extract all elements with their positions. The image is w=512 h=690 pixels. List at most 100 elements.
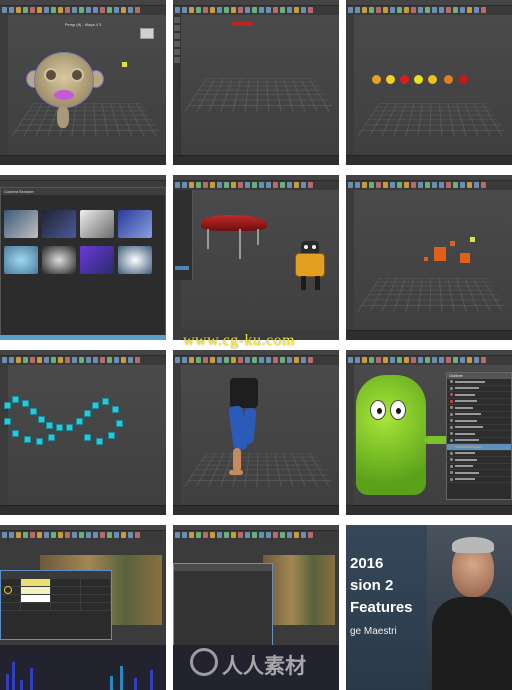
tile-attribute-sheet[interactable] xyxy=(0,525,166,690)
robot-eye xyxy=(312,245,316,249)
viewport[interactable] xyxy=(181,365,339,505)
cube[interactable] xyxy=(4,402,11,409)
green-monster-model[interactable] xyxy=(356,375,426,495)
cube[interactable] xyxy=(56,424,63,431)
shelf-toolbar[interactable] xyxy=(173,6,339,15)
character-torso[interactable] xyxy=(230,378,258,408)
robot-eye xyxy=(304,245,308,249)
tile-car-robot[interactable] xyxy=(173,175,339,340)
calf xyxy=(233,448,241,472)
menu-bar[interactable] xyxy=(0,175,166,181)
tile-content-browser[interactable]: Content Browser xyxy=(0,175,166,340)
viewport[interactable] xyxy=(354,190,512,330)
cube[interactable] xyxy=(84,410,91,417)
cube[interactable] xyxy=(30,408,37,415)
cube[interactable] xyxy=(96,438,103,445)
cube[interactable] xyxy=(22,400,29,407)
orange-block[interactable] xyxy=(460,253,470,263)
thumbnail[interactable] xyxy=(4,246,38,274)
thumbnail[interactable] xyxy=(118,210,152,238)
cube[interactable] xyxy=(76,418,83,425)
thumbnail[interactable] xyxy=(118,246,152,274)
sphere[interactable] xyxy=(459,75,468,84)
cube[interactable] xyxy=(116,420,123,427)
outliner-panel[interactable]: Outliner xyxy=(446,372,512,500)
shelf-toolbar[interactable] xyxy=(173,181,339,190)
cube[interactable] xyxy=(48,434,55,441)
sphere[interactable] xyxy=(372,75,381,84)
robot-model[interactable] xyxy=(295,253,325,277)
sphere[interactable] xyxy=(428,75,437,84)
cube[interactable] xyxy=(46,422,53,429)
thumbnail[interactable] xyxy=(42,210,76,238)
outliner-row[interactable] xyxy=(447,477,511,483)
shelf-toolbar[interactable] xyxy=(346,6,512,15)
cube[interactable] xyxy=(38,416,45,423)
sphere[interactable] xyxy=(414,75,423,84)
thumbnail[interactable] xyxy=(80,210,114,238)
orange-block[interactable] xyxy=(424,257,428,261)
cube[interactable] xyxy=(108,432,115,439)
city-viewport-render xyxy=(263,555,335,625)
content-browser-window[interactable]: Content Browser xyxy=(0,187,166,340)
ground-grid xyxy=(356,278,510,312)
robot-leg xyxy=(301,276,306,290)
sphere[interactable] xyxy=(386,75,395,84)
viewport[interactable] xyxy=(181,15,339,155)
left-eye xyxy=(44,68,58,82)
orange-block[interactable] xyxy=(434,247,446,261)
thumbnail[interactable] xyxy=(80,246,114,274)
shelf-toolbar[interactable] xyxy=(346,181,512,190)
manipulator-handle[interactable] xyxy=(122,62,127,67)
tile-green-monster[interactable]: Outliner xyxy=(346,350,512,515)
dialog-window[interactable] xyxy=(173,563,273,651)
cube[interactable] xyxy=(36,438,43,445)
shelf-toolbar[interactable] xyxy=(0,356,166,365)
ground-grid xyxy=(356,103,510,137)
attribute-spreadsheet[interactable] xyxy=(0,570,112,640)
site-watermark: www.cg-ku.com xyxy=(183,332,296,349)
dialog-title-bar[interactable] xyxy=(174,564,272,571)
thumbnail[interactable] xyxy=(4,210,38,238)
tile-character-leg[interactable] xyxy=(173,350,339,515)
promo-year: 2016 xyxy=(350,555,384,572)
tile-red-car-top[interactable] xyxy=(173,0,339,165)
shelf-toolbar[interactable] xyxy=(173,356,339,365)
manipulator-handle[interactable] xyxy=(470,237,475,242)
sphere[interactable] xyxy=(400,75,409,84)
promo-features: Features xyxy=(350,599,413,616)
cube[interactable] xyxy=(12,396,19,403)
ground-grid xyxy=(183,78,337,112)
viewport[interactable] xyxy=(354,15,512,155)
shelf-toolbar[interactable] xyxy=(346,356,512,365)
side-panel[interactable] xyxy=(173,190,193,280)
cube[interactable] xyxy=(12,430,19,437)
toolbox[interactable] xyxy=(173,15,181,155)
shelf-toolbar[interactable] xyxy=(0,6,166,15)
cube[interactable] xyxy=(102,398,109,405)
car-strut xyxy=(239,229,241,259)
shirt xyxy=(432,597,512,690)
car-strut xyxy=(207,229,209,249)
shelf-toolbar[interactable] xyxy=(173,531,339,540)
car-model[interactable] xyxy=(231,22,253,26)
thumbnail[interactable] xyxy=(42,246,76,274)
tile-orange-blocks[interactable] xyxy=(346,175,512,340)
shelf-toolbar[interactable] xyxy=(0,531,166,540)
ground-grid xyxy=(10,103,164,137)
tile-cyan-cubes[interactable] xyxy=(0,350,166,515)
window-title: Content Browser xyxy=(1,188,165,195)
cube[interactable] xyxy=(112,406,119,413)
graph-editor[interactable] xyxy=(0,645,166,690)
sphere[interactable] xyxy=(444,75,453,84)
cube[interactable] xyxy=(24,436,31,443)
taskbar xyxy=(0,335,166,340)
cube[interactable] xyxy=(66,424,73,431)
cube[interactable] xyxy=(4,418,11,425)
tile-spheres[interactable] xyxy=(346,0,512,165)
status-bar xyxy=(0,155,166,165)
cube[interactable] xyxy=(84,434,91,441)
cube[interactable] xyxy=(92,402,99,409)
tile-monkey-head[interactable]: Persp (ft) - Maya 4 3 xyxy=(0,0,166,165)
orange-block[interactable] xyxy=(450,241,455,246)
